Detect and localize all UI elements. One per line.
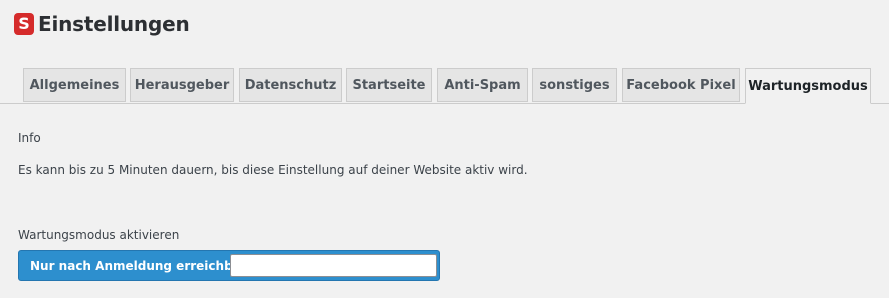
brand-logo-icon: S bbox=[14, 13, 34, 35]
tab-anti-spam[interactable]: Anti-Spam bbox=[437, 68, 528, 102]
maintenance-option-label: Nur nach Anmeldung erreichbar. bbox=[30, 258, 250, 273]
settings-tabs: Allgemeines Herausgeber Datenschutz Star… bbox=[0, 68, 889, 104]
tab-sonstiges[interactable]: sonstiges bbox=[532, 68, 617, 102]
maintenance-mode-label: Wartungsmodus aktivieren bbox=[18, 228, 180, 242]
settings-page: S Einstellungen Allgemeines Herausgeber … bbox=[0, 0, 889, 298]
maintenance-mode-input[interactable] bbox=[230, 254, 437, 277]
tab-herausgeber[interactable]: Herausgeber bbox=[130, 68, 234, 102]
info-text: Es kann bis zu 5 Minuten dauern, bis die… bbox=[18, 163, 528, 177]
tab-startseite[interactable]: Startseite bbox=[346, 68, 432, 102]
info-heading: Info bbox=[18, 131, 41, 145]
maintenance-mode-option[interactable]: Nur nach Anmeldung erreichbar. bbox=[18, 250, 440, 281]
tab-facebook-pixel[interactable]: Facebook Pixel bbox=[622, 68, 740, 102]
tab-wartungsmodus[interactable]: Wartungsmodus bbox=[745, 68, 871, 104]
page-header: S Einstellungen bbox=[14, 10, 190, 38]
page-title: Einstellungen bbox=[38, 12, 190, 36]
tab-datenschutz[interactable]: Datenschutz bbox=[239, 68, 342, 102]
tab-allgemeines[interactable]: Allgemeines bbox=[23, 68, 126, 102]
